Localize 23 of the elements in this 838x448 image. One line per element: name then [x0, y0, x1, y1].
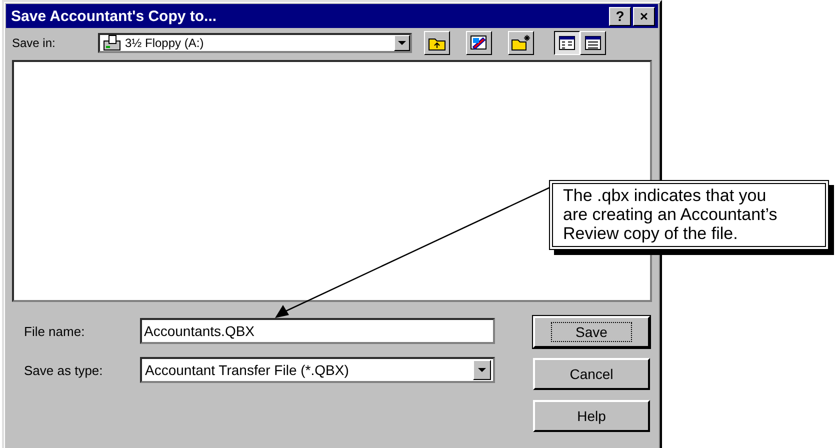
close-button[interactable]: × [633, 6, 655, 26]
new-folder-button[interactable] [508, 31, 534, 55]
details-view-icon [585, 36, 601, 50]
up-folder-button[interactable] [424, 31, 450, 55]
dialog-button[interactable]: Save [533, 316, 650, 348]
window-title: Save Accountant's Copy to... [11, 8, 217, 24]
list-view-button[interactable] [554, 31, 580, 55]
pencil-picture-icon [470, 35, 488, 51]
save-in-dropdown[interactable]: 3½ Floppy (A:) [98, 33, 412, 53]
file-name-label: File name: [24, 324, 86, 338]
list-view-icon [559, 36, 575, 50]
file-name-field[interactable]: Accountants.QBX [140, 318, 495, 344]
details-view-button[interactable] [580, 31, 606, 55]
new-folder-icon [511, 35, 531, 51]
save-in-label: Save in: [12, 36, 56, 50]
help-title-button[interactable]: ? [609, 6, 631, 26]
dialog-button[interactable]: Help [533, 400, 650, 432]
floppy-drive-icon [103, 35, 121, 51]
callout-text: The .qbx indicates that you are creating an Accountant’s Review copy of the file. [563, 186, 778, 243]
save-as-type-label: Save as type: [24, 362, 104, 378]
desktop-button[interactable] [466, 31, 492, 55]
dialog-button[interactable]: Cancel [533, 358, 650, 390]
save-as-type-dropdown[interactable]: Accountant Transfer File (*.QBX) [140, 357, 495, 383]
